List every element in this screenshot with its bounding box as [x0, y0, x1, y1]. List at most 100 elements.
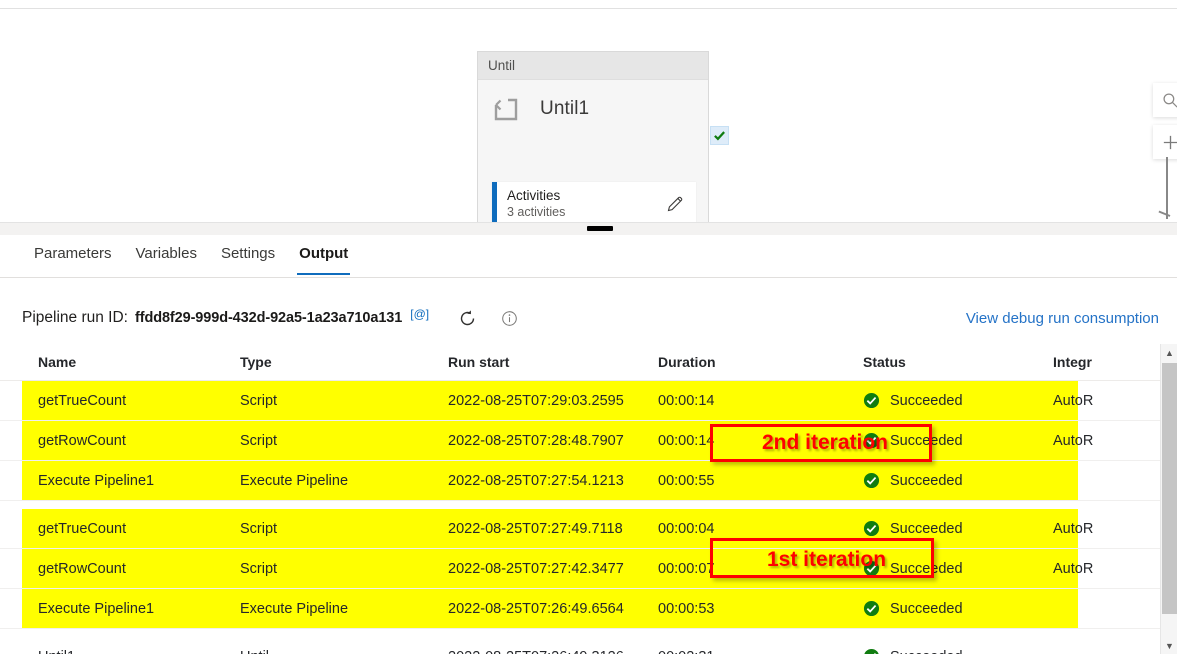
cell-integration-runtime: AutoR	[1053, 392, 1094, 409]
cell-type: Script	[240, 560, 278, 577]
scrollbar-thumb[interactable]	[1162, 363, 1177, 614]
activities-accent-bar	[492, 182, 497, 226]
status-badge: Succeeded	[890, 472, 963, 489]
cell-type: Until	[240, 649, 448, 654]
until-card-header: Until	[478, 52, 708, 80]
cell-status: Succeeded	[863, 648, 1053, 654]
until-activity-card[interactable]: Until Until1 Activities 3 activities	[477, 51, 709, 229]
cell-integration-runtime: AutoR	[1053, 432, 1094, 449]
status-badge: Succeeded	[890, 600, 963, 617]
table-row[interactable]: getRowCount Script 2022-08-25T07:27:42.347…	[0, 549, 1177, 589]
cell-duration: 00:00:55	[658, 472, 715, 489]
column-header-run-start[interactable]: Run start	[448, 354, 658, 370]
cell-type: Script	[240, 432, 278, 449]
table-row[interactable]: getRowCount Script 2022-08-25T07:28:48.790…	[0, 421, 1177, 461]
succeeded-check-icon	[863, 560, 880, 577]
table-row[interactable]: getTrueCount Script 2022-08-25T07:29:03.25…	[0, 381, 1177, 421]
canvas-search-button[interactable]	[1153, 83, 1177, 117]
cell-name: getTrueCount	[38, 392, 127, 409]
until-card-body: Until1 Activities 3 activities	[478, 80, 708, 228]
activities-count: 3 activities	[507, 204, 566, 219]
tab-parameters[interactable]: Parameters	[22, 236, 124, 275]
cell-duration: 00:00:14	[658, 392, 715, 409]
scroll-up-arrow[interactable]: ▲	[1161, 344, 1177, 361]
cell-integration-runtime: AutoR	[1053, 560, 1094, 577]
cell-status: Succeeded	[863, 600, 1053, 617]
activities-label: Activities	[507, 187, 561, 203]
cell-status: Succeeded	[863, 392, 1053, 409]
pipeline-run-id-label: Pipeline run ID:	[22, 309, 128, 326]
cell-name: getRowCount	[38, 432, 126, 449]
tab-variables[interactable]: Variables	[124, 236, 209, 275]
tab-settings[interactable]: Settings	[209, 236, 287, 275]
succeeded-check-icon	[863, 392, 880, 409]
cell-name: Execute Pipeline1	[38, 472, 155, 489]
cell-status: Succeeded	[863, 432, 1053, 449]
run-info-row: Pipeline run ID: ffdd8f29-999d-432d-92a5…	[0, 296, 1177, 340]
succeeded-check-icon	[864, 648, 879, 654]
search-icon	[1162, 92, 1177, 108]
table-row[interactable]: Until1Until2022-08-25T07:26:49.312600:02…	[0, 637, 1177, 654]
succeeded-check-icon	[863, 520, 880, 537]
column-header-name[interactable]: Name	[0, 354, 240, 370]
column-header-duration[interactable]: Duration	[658, 354, 863, 370]
cell-integration-runtime: AutoR	[1053, 520, 1094, 537]
pipeline-output-page: Until Until1 Activities 3 activities Par…	[0, 0, 1177, 654]
cell-run-start: 2022-08-25T07:29:03.2595	[448, 392, 624, 409]
cell-run-start: 2022-08-25T07:26:49.3126	[448, 649, 658, 654]
view-debug-run-consumption-link[interactable]: View debug run consumption	[966, 310, 1159, 327]
canvas-zoom-in-button[interactable]	[1153, 125, 1177, 159]
info-icon[interactable]	[495, 304, 523, 332]
cell-name: Execute Pipeline1	[38, 600, 155, 617]
cell-status: Succeeded	[863, 472, 1053, 489]
output-tabs: Parameters Variables Settings Output	[0, 236, 1177, 278]
cell-run-start: 2022-08-25T07:27:49.7118	[448, 520, 623, 537]
cell-name: getRowCount	[38, 560, 126, 577]
until-status-badge	[710, 126, 729, 145]
refresh-icon[interactable]	[453, 304, 481, 332]
succeeded-check-icon	[863, 600, 880, 617]
status-badge: Succeeded	[890, 649, 963, 654]
copy-run-id-icon[interactable]: [@]	[410, 307, 429, 321]
column-header-status[interactable]: Status	[863, 354, 1053, 370]
cell-duration: 00:00:14	[658, 432, 715, 449]
table-header-row: Name Type Run start Duration Status Integr	[0, 344, 1177, 381]
until-activity-name: Until1	[540, 98, 590, 119]
cell-run-start: 2022-08-25T07:26:49.6564	[448, 600, 624, 617]
activity-runs-table: Name Type Run start Duration Status Integr ge…	[0, 344, 1177, 654]
column-header-type[interactable]: Type	[240, 354, 448, 370]
cell-duration: 00:00:07	[658, 560, 715, 577]
cell-status: Succeeded	[863, 560, 1053, 577]
status-badge: Succeeded	[890, 392, 963, 409]
status-badge: Succeeded	[890, 520, 963, 537]
table-vertical-scrollbar[interactable]: ▲ ▼	[1160, 344, 1177, 654]
cell-name: getTrueCount	[38, 520, 127, 537]
cell-duration: 00:02:31	[658, 649, 863, 654]
resize-handle[interactable]	[587, 226, 613, 231]
pipeline-run-id-value: ffdd8f29-999d-432d-92a5-1a23a710a131	[134, 310, 403, 326]
green-check-icon	[714, 131, 725, 141]
cell-duration: 00:00:53	[658, 600, 715, 617]
cell-status: Succeeded	[863, 520, 1053, 537]
canvas-slider-track	[1166, 157, 1168, 219]
cell-type: Script	[240, 392, 278, 409]
table-row[interactable]: Execute Pipeline1 Execute Pipeline 2022-08…	[0, 461, 1177, 501]
canvas-slider-tail	[1158, 210, 1171, 217]
pencil-icon[interactable]	[660, 189, 690, 219]
activities-subpanel[interactable]: Activities 3 activities	[492, 182, 696, 226]
table-row[interactable]: Execute Pipeline1 Execute Pipeline 2022-08…	[0, 589, 1177, 629]
scroll-down-arrow[interactable]: ▼	[1161, 637, 1177, 654]
status-badge: Succeeded	[890, 560, 963, 577]
tab-output[interactable]: Output	[287, 236, 360, 275]
column-header-integr[interactable]: Integr	[1053, 354, 1177, 370]
table-row[interactable]: getTrueCount Script 2022-08-25T07:27:49.71…	[0, 509, 1177, 549]
cell-run-start: 2022-08-25T07:27:54.1213	[448, 472, 624, 489]
pipeline-canvas[interactable]: Until Until1 Activities 3 activities	[0, 9, 1177, 232]
plus-icon	[1163, 135, 1177, 149]
cell-duration: 00:00:04	[658, 520, 715, 537]
activities-text: Activities 3 activities	[507, 188, 660, 221]
cell-name: Until1	[0, 649, 240, 654]
status-badge: Succeeded	[890, 432, 963, 449]
succeeded-check-icon	[863, 472, 880, 489]
table-body: getTrueCount Script 2022-08-25T07:29:03.25…	[0, 381, 1177, 654]
